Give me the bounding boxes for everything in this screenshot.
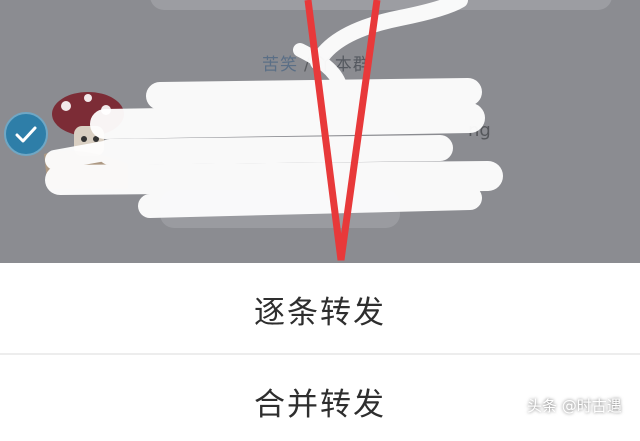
redaction-scribble bbox=[45, 0, 503, 218]
divider bbox=[0, 353, 640, 355]
chat-background-dimmed: 苦笑 / 丫本群 ng bbox=[0, 0, 640, 263]
watermark: 头条 @时古遇 bbox=[527, 397, 622, 415]
forward-one-by-one-button[interactable]: 逐条转发 bbox=[0, 269, 640, 349]
